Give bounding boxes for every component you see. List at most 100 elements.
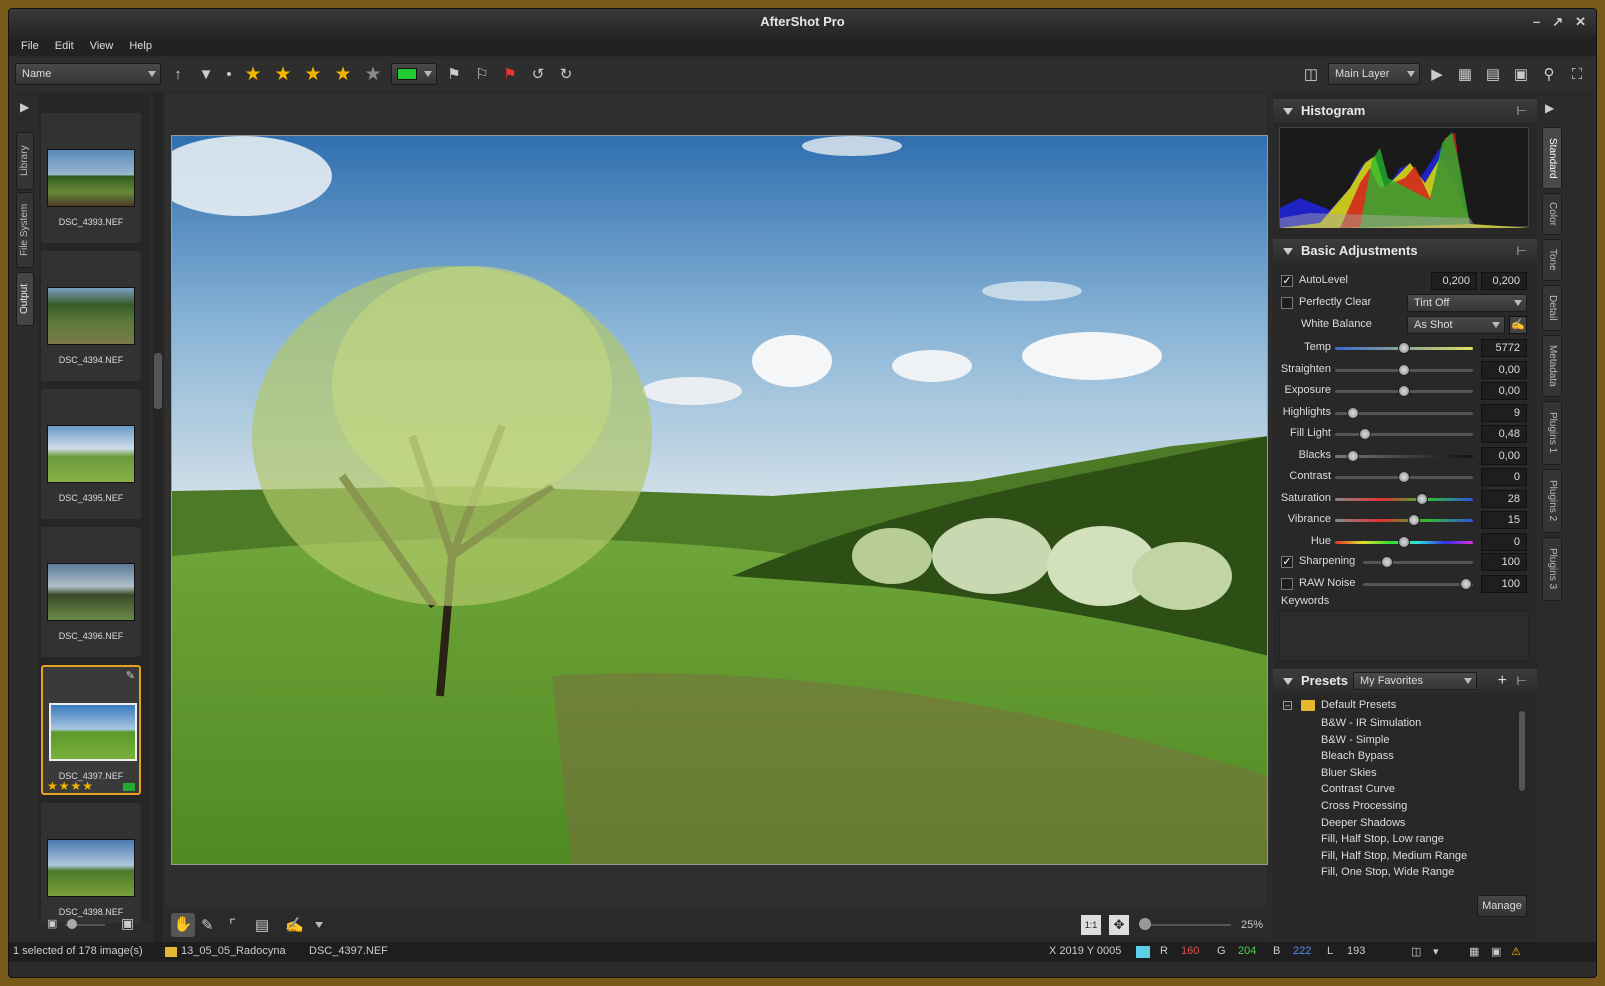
preset-item[interactable]: Deeper Shadows — [1321, 817, 1405, 829]
eyedropper-wb-icon[interactable]: ✍ — [1509, 316, 1527, 334]
vibrance-knob[interactable] — [1407, 514, 1420, 526]
tab-file-system[interactable]: File System — [16, 192, 34, 268]
autolevel-value-2[interactable]: 0,200 — [1481, 272, 1527, 290]
maximize-icon[interactable]: ↗ — [1552, 9, 1563, 35]
blacks-value[interactable]: 0,00 — [1481, 446, 1527, 465]
thumbnail[interactable]: DSC_4396.NEF — [41, 527, 141, 657]
preset-item[interactable]: Contrast Curve — [1321, 783, 1395, 795]
queue-icon[interactable]: ▦ — [1469, 945, 1479, 958]
pan-hand-icon[interactable]: ✋ — [171, 913, 195, 937]
presets-scrollbar[interactable] — [1519, 711, 1525, 791]
lock-icon[interactable]: ▣ — [1491, 945, 1501, 958]
tab-library[interactable]: Library — [16, 132, 34, 190]
thumbnail[interactable]: DSC_4393.NEF — [41, 113, 141, 243]
grid-view-icon[interactable]: ▦ — [1454, 63, 1476, 85]
manage-presets-button[interactable]: Manage — [1477, 895, 1527, 917]
sort-direction-icon[interactable]: ↑ — [167, 63, 189, 85]
raw-noise-value[interactable]: 100 — [1481, 575, 1527, 593]
brush-icon[interactable]: ✎ — [201, 916, 214, 934]
add-preset-icon[interactable]: + — [1498, 669, 1507, 693]
star-5-icon[interactable]: ★ — [361, 63, 385, 86]
scrollbar-thumb[interactable] — [154, 353, 162, 409]
preset-item[interactable]: Bluer Skies — [1321, 767, 1377, 779]
saturation-knob[interactable] — [1415, 492, 1428, 505]
star-3-icon[interactable]: ★ — [301, 63, 325, 86]
tab-plugins-1[interactable]: Plugins 1 — [1542, 401, 1562, 465]
close-icon[interactable]: ✕ — [1575, 9, 1586, 35]
thumb-size-knob[interactable] — [67, 919, 77, 929]
tools-more-icon[interactable] — [315, 922, 323, 928]
slideshow-icon[interactable]: ▶ — [1426, 63, 1448, 85]
straighten-value[interactable]: 0,00 — [1481, 360, 1527, 379]
no-rating-dot-icon[interactable]: • — [223, 63, 235, 85]
tab-plugins-2[interactable]: Plugins 2 — [1542, 469, 1562, 533]
flag-pick-icon[interactable]: ⚑ — [443, 63, 465, 85]
presets-filter-dropdown[interactable]: My Favorites — [1353, 672, 1477, 690]
contrast-value[interactable]: 0 — [1481, 468, 1527, 486]
saturation-track[interactable] — [1335, 497, 1473, 501]
preset-item[interactable]: Bleach Bypass — [1321, 750, 1394, 762]
sharpening-track[interactable] — [1363, 561, 1473, 564]
vibrance-value[interactable]: 15 — [1481, 511, 1527, 529]
tab-color[interactable]: Color — [1542, 193, 1562, 235]
keywords-field[interactable] — [1279, 611, 1529, 661]
tab-detail[interactable]: Detail — [1542, 285, 1562, 331]
raw-noise-checkbox[interactable] — [1281, 578, 1293, 590]
color-label-dropdown[interactable] — [391, 63, 437, 85]
heal-icon[interactable]: ▤ — [255, 916, 269, 934]
contrast-knob[interactable] — [1398, 471, 1410, 483]
pin-icon[interactable]: ⊢ — [1517, 239, 1527, 263]
warning-icon[interactable]: ⚠ — [1511, 945, 1521, 958]
collapse-left-icon[interactable]: ▶ — [20, 100, 29, 114]
blacks-knob[interactable] — [1346, 449, 1359, 462]
thumbnail[interactable]: DSC_4394.NEF — [41, 251, 141, 381]
preset-item[interactable]: B&W - Simple — [1321, 734, 1389, 746]
flag-reject-icon[interactable]: ⚐ — [471, 63, 493, 85]
zoom-1to1-button[interactable]: 1:1 — [1081, 915, 1101, 935]
vibrance-track[interactable] — [1335, 519, 1473, 522]
layer-dropdown[interactable]: Main Layer — [1328, 63, 1420, 85]
sharpening-checkbox[interactable]: ✓ — [1281, 556, 1293, 568]
single-view-icon[interactable]: ▣ — [1510, 63, 1532, 85]
preset-item[interactable]: Cross Processing — [1321, 800, 1407, 812]
presets-header[interactable]: Presets My Favorites + ⊢ — [1273, 669, 1537, 693]
histogram-header[interactable]: Histogram ⊢ — [1273, 99, 1537, 123]
menu-edit[interactable]: Edit — [55, 40, 74, 52]
temp-value[interactable]: 5772 — [1481, 339, 1527, 357]
output-dropdown-icon[interactable]: ▾ — [1433, 945, 1439, 958]
menu-help[interactable]: Help — [129, 40, 152, 52]
sharpening-knob[interactable] — [1381, 556, 1394, 568]
exposure-value[interactable]: 0,00 — [1481, 382, 1527, 400]
autolevel-checkbox[interactable]: ✓ — [1281, 275, 1293, 287]
menu-file[interactable]: File — [21, 40, 39, 52]
image-viewer[interactable] — [165, 93, 1268, 908]
highlights-value[interactable]: 9 — [1481, 403, 1527, 422]
pin-icon[interactable]: ⊢ — [1517, 99, 1527, 123]
pin-icon[interactable]: ⊢ — [1517, 669, 1527, 693]
filmstrip-view-icon[interactable]: ▤ — [1482, 63, 1504, 85]
minimize-icon[interactable]: – — [1533, 9, 1540, 35]
raw-noise-track[interactable] — [1363, 583, 1473, 586]
small-thumb-icon[interactable]: ▣ — [47, 917, 57, 930]
eyedropper-icon[interactable]: ✍ — [285, 916, 304, 934]
preset-folder-label[interactable]: Default Presets — [1321, 699, 1396, 711]
highlights-knob[interactable] — [1346, 406, 1359, 419]
sharpening-value[interactable]: 100 — [1481, 553, 1527, 571]
tab-plugins-3[interactable]: Plugins 3 — [1542, 537, 1562, 601]
fill-light-track[interactable] — [1335, 433, 1473, 436]
perfectly-clear-checkbox[interactable] — [1281, 297, 1293, 309]
tab-tone[interactable]: Tone — [1542, 239, 1562, 281]
sort-dropdown[interactable]: Name — [15, 63, 161, 85]
tab-output[interactable]: Output — [16, 272, 34, 326]
large-thumb-icon[interactable]: ▣ — [121, 915, 134, 932]
tab-metadata[interactable]: Metadata — [1542, 335, 1562, 397]
preset-item[interactable]: Fill, Half Stop, Low range — [1321, 833, 1444, 845]
exposure-knob[interactable] — [1398, 385, 1410, 397]
preset-item[interactable]: Fill, Half Stop, Medium Range — [1321, 850, 1467, 862]
autolevel-value-1[interactable]: 0,200 — [1431, 272, 1477, 290]
tab-standard[interactable]: Standard — [1542, 127, 1562, 189]
flag-clear-icon[interactable]: ⚑ — [499, 63, 521, 85]
star-2-icon[interactable]: ★ — [271, 63, 295, 86]
preset-item[interactable]: B&W - IR Simulation — [1321, 717, 1421, 729]
fill-light-value[interactable]: 0,48 — [1481, 425, 1527, 443]
